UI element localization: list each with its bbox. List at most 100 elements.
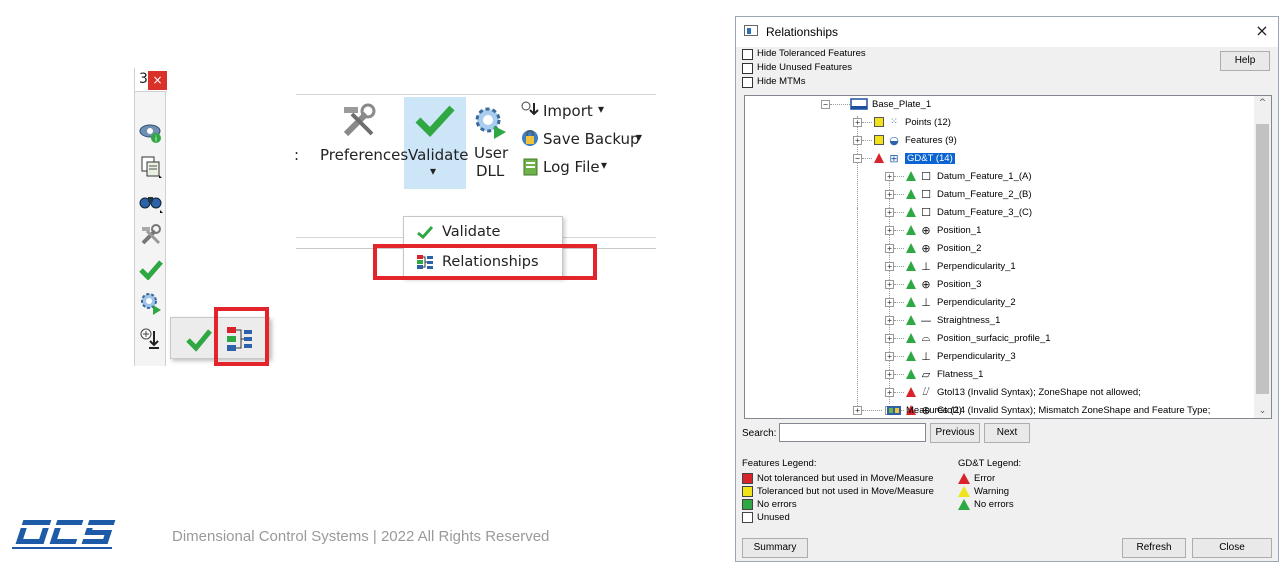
import-icon[interactable] [138, 326, 164, 352]
toolbar-close-button[interactable]: × [148, 71, 167, 90]
user-dll-line1[interactable]: User [474, 144, 508, 162]
tree-node-gdt-item[interactable]: + ⊕ Position_1 [885, 221, 981, 239]
preferences-button[interactable]: Preferences [320, 146, 408, 164]
expand-toggle[interactable]: + [885, 279, 894, 289]
legend-label: Warning [974, 486, 1010, 497]
validate-check-icon[interactable] [138, 256, 164, 282]
expand-toggle[interactable]: + [885, 333, 894, 343]
close-icon[interactable]: × [1250, 20, 1274, 42]
tree-node-measures[interactable]: + Measures (2) [853, 401, 962, 418]
hide-unused-checkbox[interactable] [742, 63, 753, 74]
refresh-button[interactable]: Refresh [1122, 538, 1186, 558]
perpendicularity-icon: ⊥ [921, 295, 931, 309]
collapse-toggle[interactable]: − [821, 99, 830, 109]
expand-toggle[interactable]: + [885, 369, 894, 379]
log-file-dropdown-arrow[interactable]: ▾ [601, 158, 607, 172]
previous-button[interactable]: Previous [930, 423, 980, 443]
hide-toleranced-checkbox[interactable] [742, 49, 753, 60]
user-dll-line2[interactable]: DLL [476, 162, 504, 180]
tree-node-gdt-item[interactable]: + ☐ Datum_Feature_2_(B) [885, 185, 1032, 203]
expand-toggle[interactable]: + [885, 171, 894, 181]
summary-button[interactable]: Summary [742, 538, 808, 558]
gdt-legend-item: Error [958, 473, 995, 484]
close-button[interactable]: Close [1192, 538, 1272, 558]
ok-triangle-icon [906, 243, 916, 253]
binoculars-icon[interactable] [138, 188, 164, 214]
legend-label: No errors [974, 499, 1014, 510]
features-legend-item: Unused [742, 512, 790, 523]
hide-mtms-checkbox[interactable] [742, 77, 753, 88]
save-backup-button[interactable]: Save Backup [543, 130, 640, 148]
status-square-icon [874, 117, 884, 127]
tree-node-features[interactable]: + ◒ Features (9) [853, 131, 957, 149]
import-dropdown-arrow[interactable]: ▾ [598, 102, 604, 116]
expand-toggle[interactable]: + [885, 261, 894, 271]
expand-toggle[interactable]: + [885, 207, 894, 217]
validate-button[interactable]: Validate [408, 146, 468, 164]
scroll-up-arrow[interactable]: ^ [1257, 98, 1268, 108]
expand-toggle[interactable]: + [885, 315, 894, 325]
tree-node-gdt-item[interactable]: + ⊥ Perpendicularity_1 [885, 257, 1016, 275]
copy-icon[interactable] [138, 154, 164, 180]
perpendicularity-icon: ⊥ [921, 259, 931, 273]
menu-item-validate[interactable]: Validate [404, 218, 562, 246]
tree-node-gdt-item[interactable]: + ▱ Flatness_1 [885, 365, 983, 383]
legend-triangle-icon [958, 473, 970, 484]
tree-node-gdt-item[interactable]: + ⊥ Perpendicularity_2 [885, 293, 1016, 311]
tree-node-gdt-item[interactable]: + ☐ Datum_Feature_1_(A) [885, 167, 1032, 185]
relationships-highlight-box [214, 307, 269, 366]
dialog-titlebar: Relationships × [736, 17, 1278, 47]
expand-toggle[interactable]: + [885, 225, 894, 235]
collapse-toggle[interactable]: − [853, 153, 862, 163]
eye-info-icon[interactable]: i [138, 120, 164, 146]
expand-toggle[interactable]: + [885, 351, 894, 361]
tree-node-points[interactable]: + ⁙ Points (12) [853, 113, 951, 131]
tree-node-label-selected: GD&T (14) [905, 152, 955, 164]
measures-icon [887, 406, 901, 415]
expand-toggle[interactable]: + [885, 189, 894, 199]
tree-node-label: Position_2 [937, 242, 982, 254]
toolbar-header: 3 × [135, 68, 167, 92]
ok-triangle-icon [906, 261, 916, 271]
scrollbar-thumb[interactable] [1256, 124, 1269, 394]
tree-node-label: Perpendicularity_2 [937, 296, 1016, 308]
expand-toggle[interactable]: + [885, 243, 894, 253]
scroll-down-arrow[interactable]: ⌄ [1257, 406, 1268, 416]
tree-node-label: Perpendicularity_1 [937, 260, 1016, 272]
tree-node-label: Datum_Feature_3_(C) [937, 206, 1033, 218]
validate-check-icon[interactable] [185, 326, 213, 357]
tree-node-gdt-item[interactable]: + ⊕ Position_2 [885, 239, 981, 257]
next-button[interactable]: Next [984, 423, 1030, 443]
search-input[interactable] [779, 423, 926, 442]
log-file-button[interactable]: Log File [543, 158, 600, 176]
tree-node-gdt-item[interactable]: + ⊥ Perpendicularity_3 [885, 347, 1016, 365]
ok-triangle-icon [906, 369, 916, 379]
relationships-tree[interactable]: − Base_Plate_1 + ⁙ Points (12) + ◒ Featu… [744, 95, 1272, 419]
import-button[interactable]: Import [543, 102, 593, 120]
expand-toggle[interactable]: + [853, 135, 862, 145]
expand-toggle[interactable]: + [853, 117, 862, 127]
help-button[interactable]: Help [1220, 51, 1270, 71]
gear-user-dll-icon[interactable] [138, 290, 164, 316]
tree-node-gdt-item[interactable]: + ⊕ Position_3 [885, 275, 981, 293]
tree-node-label: Position_1 [937, 224, 982, 236]
log-file-icon [522, 158, 540, 181]
ok-triangle-icon [906, 207, 916, 217]
expand-toggle[interactable]: + [885, 387, 894, 397]
tree-node-gdt-item[interactable]: + — Straightness_1 [885, 311, 1000, 329]
toolbar-tab-number: 3 [139, 71, 148, 87]
tree-node-gdt-item[interactable]: + ⌰ Gtol13 (Invalid Syntax); ZoneShape not… [885, 383, 1141, 401]
tree-node-label: Perpendicularity_3 [937, 350, 1016, 362]
footer-copyright: Dimensional Control Systems | 2022 All R… [172, 528, 550, 545]
expand-toggle[interactable]: + [853, 405, 862, 415]
expand-toggle[interactable]: + [885, 297, 894, 307]
tools-icon[interactable] [138, 222, 164, 248]
tree-node-gdt-item[interactable]: + ☐ Datum_Feature_3_(C) [885, 203, 1032, 221]
save-backup-dropdown-arrow[interactable]: ▾ [636, 130, 642, 144]
preferences-prefix: : [294, 146, 300, 164]
tree-node-gdt[interactable]: − ⊞ GD&T (14) [853, 149, 955, 167]
validate-dropdown-arrow[interactable]: ▾ [430, 164, 436, 178]
tree-node-gdt-item[interactable]: + ⌓ Position_surfacic_profile_1 [885, 329, 1051, 347]
tree-node-root[interactable]: − Base_Plate_1 [821, 96, 931, 113]
preferences-icon [340, 102, 378, 145]
